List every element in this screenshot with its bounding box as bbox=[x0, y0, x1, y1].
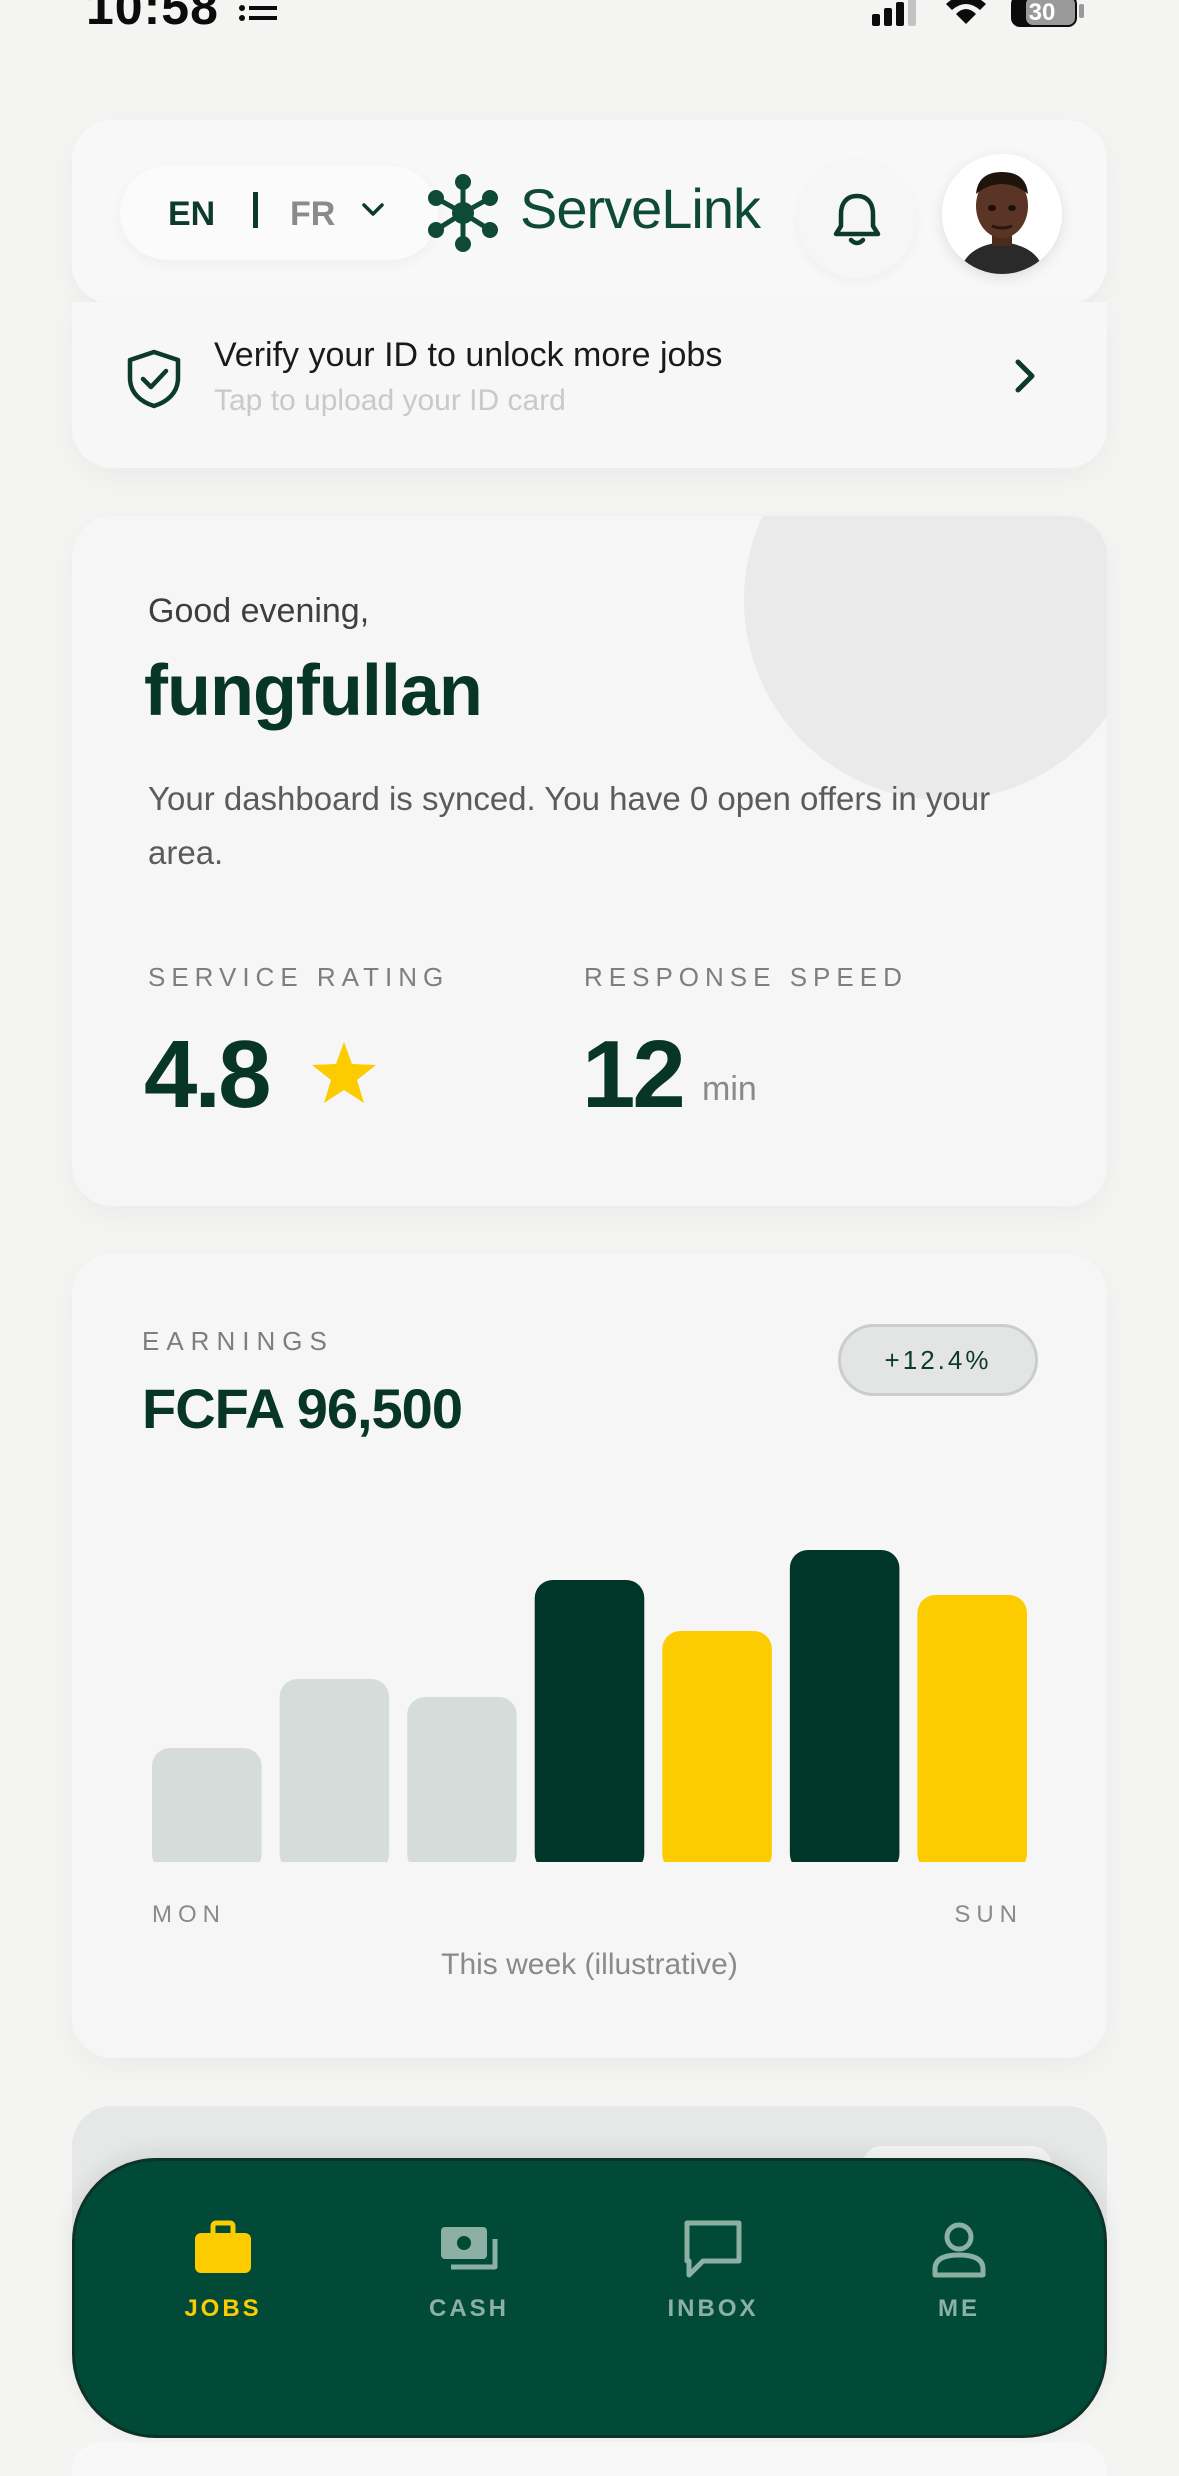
bell-icon bbox=[833, 193, 881, 246]
earnings-change-badge: +12.4% bbox=[838, 1324, 1038, 1396]
battery-icon: 30 bbox=[1010, 0, 1086, 28]
x-tick-label-sun: SUN bbox=[954, 1901, 1023, 1928]
chevron-down-icon[interactable] bbox=[360, 200, 386, 220]
sync-message: Your dashboard is synced. You have 0 ope… bbox=[148, 780, 991, 871]
verify-title: Verify your ID to unlock more jobs bbox=[214, 336, 723, 374]
response-speed-label: RESPONSE SPEED bbox=[584, 962, 908, 992]
user-name: fungfullan bbox=[144, 651, 483, 731]
chart-bar-6 bbox=[789, 1550, 900, 1872]
chart-baseline-mask bbox=[132, 1862, 1052, 1876]
bottom-card bbox=[72, 2442, 1107, 2476]
shield-check-icon bbox=[127, 349, 181, 409]
profile-photo bbox=[942, 154, 1062, 274]
briefcase-icon bbox=[195, 2220, 251, 2273]
service-rating-label: SERVICE RATING bbox=[148, 962, 450, 992]
x-tick-label-mon: MON bbox=[152, 1901, 226, 1928]
chevron-right-icon bbox=[1015, 359, 1035, 393]
chart-bar-2 bbox=[279, 1679, 390, 1872]
status-time: 10:58 bbox=[86, 0, 219, 35]
chart-bar-5 bbox=[662, 1631, 772, 1872]
chart-bar-4 bbox=[534, 1580, 645, 1872]
chart-bar-3 bbox=[407, 1697, 517, 1872]
status-bar: 10:58 30 bbox=[0, 0, 1179, 40]
notifications-button[interactable] bbox=[798, 160, 916, 278]
wifi-icon bbox=[946, 0, 986, 24]
lang-option-en[interactable]: EN bbox=[168, 195, 215, 234]
chart-bar-7 bbox=[917, 1595, 1027, 1872]
cash-icon bbox=[441, 2227, 498, 2270]
battery-level: 30 bbox=[1029, 0, 1056, 26]
earnings-label: EARNINGS bbox=[142, 1326, 334, 1356]
nav-cash[interactable]: CASH bbox=[369, 2217, 569, 2337]
lang-option-fr[interactable]: FR bbox=[290, 195, 335, 234]
chart-bar-1 bbox=[152, 1748, 262, 1872]
nav-label-jobs: JOBS bbox=[184, 2295, 262, 2322]
nav-label-cash: CASH bbox=[428, 2295, 509, 2322]
service-rating-value: 4.8 bbox=[144, 1021, 271, 1128]
person-icon bbox=[932, 2222, 986, 2278]
response-speed-unit: min bbox=[702, 1070, 757, 1108]
language-switcher[interactable]: EN FR bbox=[120, 166, 438, 260]
verify-subtitle: Tap to upload your ID card bbox=[214, 384, 566, 417]
nav-jobs[interactable]: JOBS bbox=[123, 2217, 323, 2337]
avatar[interactable] bbox=[942, 154, 1062, 274]
greeting-text: Good evening, bbox=[148, 592, 370, 630]
earnings-amount: FCFA 96,500 bbox=[142, 1377, 463, 1440]
star-icon bbox=[312, 1042, 376, 1103]
chart-caption: This week (illustrative) bbox=[441, 1948, 738, 1981]
chat-icon bbox=[684, 2220, 742, 2278]
earnings-card: MON SUN EARNINGS FCFA 96,500 +12.4% This … bbox=[72, 1254, 1107, 2058]
nav-label-inbox: INBOX bbox=[667, 2295, 759, 2322]
nav-inbox[interactable]: INBOX bbox=[613, 2217, 813, 2337]
nav-me[interactable]: ME bbox=[859, 2217, 1059, 2337]
bottom-navigation: JOBS CASH INBOX ME bbox=[72, 2158, 1107, 2438]
brand-name: ServeLink bbox=[520, 177, 761, 240]
response-speed-value: 12 bbox=[582, 1021, 686, 1128]
brand-logo-icon bbox=[428, 174, 498, 252]
signal-icon bbox=[872, 0, 916, 26]
greeting-card: Good evening, fungfullan Your dashboard … bbox=[72, 516, 1107, 1206]
nav-label-me: ME bbox=[938, 2295, 980, 2322]
focus-list-icon bbox=[239, 5, 277, 21]
header-card: EN FR ServeLink bbox=[72, 120, 1107, 304]
decorative-circle bbox=[744, 516, 1107, 800]
verify-id-banner[interactable]: Verify your ID to unlock more jobs Tap t… bbox=[72, 302, 1107, 468]
lang-divider bbox=[253, 192, 258, 228]
